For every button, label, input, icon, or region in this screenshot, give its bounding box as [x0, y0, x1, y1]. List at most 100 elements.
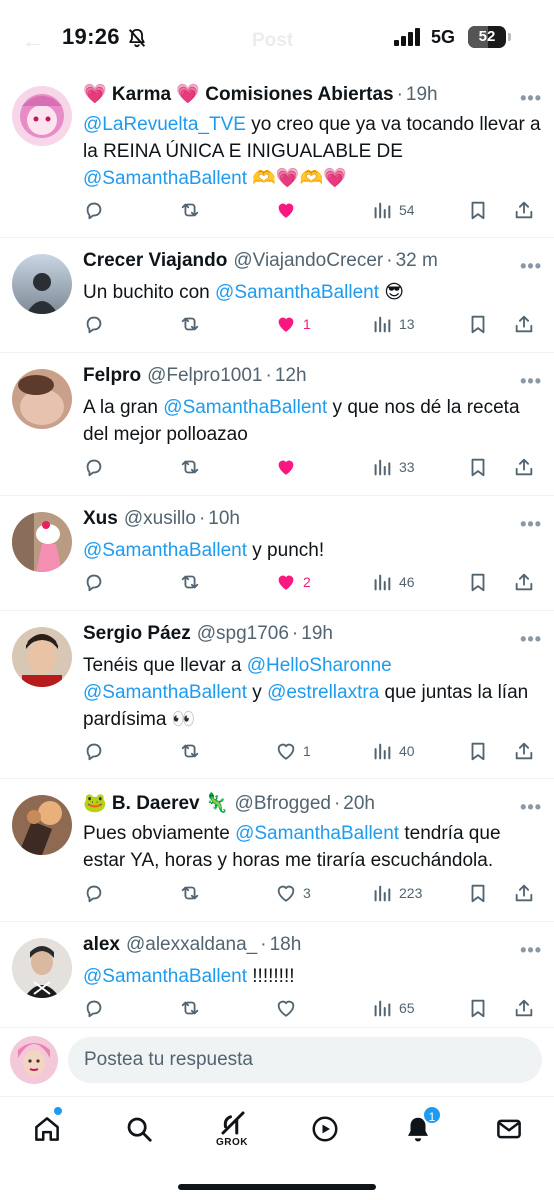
views-button[interactable]: 13 — [371, 313, 467, 335]
mention-link[interactable]: @SamanthaBallent — [83, 966, 247, 987]
more-options-icon[interactable]: ••• — [520, 514, 542, 535]
author-handle[interactable]: @Felpro1001 — [147, 365, 262, 387]
reply-post[interactable]: Xus @xusillo · 10h @SamanthaBallent y pu… — [0, 496, 554, 611]
author-handle[interactable]: @xusillo — [124, 508, 196, 530]
bookmark-button[interactable] — [467, 740, 513, 762]
like-button[interactable]: 2 — [275, 571, 371, 593]
mention-link[interactable]: @LaRevuelta_TVE — [83, 114, 246, 135]
author-name[interactable]: alex — [83, 934, 120, 956]
mention-link[interactable]: @SamanthaBallent — [215, 282, 379, 303]
mention-link[interactable]: @HelloSharonne — [247, 655, 392, 676]
heart-filled-icon — [278, 575, 294, 590]
views-button[interactable]: 65 — [371, 997, 467, 1019]
share-icon — [515, 884, 533, 902]
like-count: 3 — [303, 885, 311, 901]
reply-button[interactable] — [83, 571, 179, 593]
repost-button[interactable] — [179, 997, 275, 1019]
share-button[interactable] — [513, 313, 535, 335]
more-options-icon[interactable]: ••• — [520, 629, 542, 650]
mention-link[interactable]: @SamanthaBallent — [83, 540, 247, 561]
repost-button[interactable] — [179, 456, 275, 478]
more-options-icon[interactable]: ••• — [520, 797, 542, 818]
reply-button[interactable] — [83, 882, 179, 904]
like-button[interactable]: 1 — [275, 313, 371, 335]
author-handle[interactable]: @spg1706 — [197, 623, 289, 645]
reply-post[interactable]: 💗 Karma 💗 Comisiones Abiertas · 19h @LaR… — [0, 70, 554, 238]
share-button[interactable] — [513, 456, 535, 478]
like-button[interactable] — [275, 997, 371, 1019]
mention-link[interactable]: @SamanthaBallent — [83, 168, 247, 189]
more-options-icon[interactable]: ••• — [520, 940, 542, 961]
reply-button[interactable] — [83, 199, 179, 221]
share-button[interactable] — [513, 199, 535, 221]
author-handle[interactable]: @ViajandoCrecer — [233, 250, 383, 272]
reply-post[interactable]: Crecer Viajando @ViajandoCrecer · 32 m U… — [0, 238, 554, 353]
bookmark-button[interactable] — [467, 456, 513, 478]
author-name[interactable]: 🐸 B. Daerev 🦎 — [83, 791, 229, 815]
share-button[interactable] — [513, 882, 535, 904]
current-user-avatar[interactable] — [10, 1036, 58, 1084]
repost-button[interactable] — [179, 571, 275, 593]
repost-button[interactable] — [179, 199, 275, 221]
avatar[interactable] — [12, 938, 72, 998]
reply-button[interactable] — [83, 456, 179, 478]
nav-messages[interactable] — [489, 1109, 529, 1149]
mention-link[interactable]: @SamanthaBallent — [163, 397, 327, 418]
author-name[interactable]: Crecer Viajando — [83, 250, 227, 272]
avatar[interactable] — [12, 86, 72, 146]
author-name[interactable]: Sergio Páez — [83, 623, 191, 645]
share-icon — [515, 315, 533, 333]
avatar[interactable] — [12, 254, 72, 314]
like-button[interactable] — [275, 199, 371, 221]
avatar[interactable] — [12, 512, 72, 572]
reply-post[interactable]: alex @alexxaldana_ · 18h @SamanthaBallen… — [0, 922, 554, 1028]
views-button[interactable]: 46 — [371, 571, 467, 593]
reply-input[interactable]: Postea tu respuesta — [68, 1037, 542, 1083]
more-options-icon[interactable]: ••• — [520, 256, 542, 277]
like-button[interactable]: 3 — [275, 882, 371, 904]
more-options-icon[interactable]: ••• — [520, 88, 542, 109]
views-button[interactable]: 40 — [371, 740, 467, 762]
bookmark-button[interactable] — [467, 199, 513, 221]
views-button[interactable]: 33 — [371, 456, 467, 478]
author-name[interactable]: 💗 Karma 💗 Comisiones Abiertas — [83, 82, 394, 106]
repost-button[interactable] — [179, 882, 275, 904]
clock: 19:26 — [62, 24, 120, 49]
bookmark-button[interactable] — [467, 882, 513, 904]
bookmark-button[interactable] — [467, 997, 513, 1019]
mention-link[interactable]: @SamanthaBallent — [83, 682, 247, 703]
reply-post[interactable]: Sergio Páez @spg1706 · 19h Tenéis que ll… — [0, 611, 554, 779]
author-name[interactable]: Felpro — [83, 365, 141, 387]
author-handle[interactable]: @Bfrogged — [235, 793, 331, 815]
reply-button[interactable] — [83, 997, 179, 1019]
text-span: Pues obviamente — [83, 823, 236, 844]
reply-post[interactable]: 🐸 B. Daerev 🦎 @Bfrogged · 20h Pues obvia… — [0, 779, 554, 922]
bookmark-button[interactable] — [467, 313, 513, 335]
nav-home[interactable] — [27, 1109, 67, 1149]
bookmark-button[interactable] — [467, 571, 513, 593]
mention-link[interactable]: @SamanthaBallent — [235, 823, 399, 844]
author-handle[interactable]: @alexxaldana_ — [126, 934, 257, 956]
repost-button[interactable] — [179, 740, 275, 762]
nav-search[interactable] — [119, 1109, 159, 1149]
mention-link[interactable]: @estrellaxtra — [267, 682, 379, 703]
heart-outline-icon — [277, 1000, 295, 1017]
nav-video[interactable] — [305, 1109, 345, 1149]
reply-button[interactable] — [83, 740, 179, 762]
avatar[interactable] — [12, 369, 72, 429]
views-button[interactable]: 223 — [371, 882, 467, 904]
repost-button[interactable] — [179, 313, 275, 335]
like-button[interactable]: 1 — [275, 740, 371, 762]
author-name[interactable]: Xus — [83, 508, 118, 530]
share-button[interactable] — [513, 740, 535, 762]
avatar[interactable] — [12, 627, 72, 687]
like-button[interactable] — [275, 456, 371, 478]
share-button[interactable] — [513, 997, 535, 1019]
avatar[interactable] — [12, 795, 72, 855]
back-icon[interactable]: ← — [22, 28, 44, 54]
share-button[interactable] — [513, 571, 535, 593]
views-button[interactable]: 54 — [371, 199, 467, 221]
reply-post[interactable]: Felpro @Felpro1001 · 12h A la gran @Sama… — [0, 353, 554, 496]
more-options-icon[interactable]: ••• — [520, 371, 542, 392]
reply-button[interactable] — [83, 313, 179, 335]
